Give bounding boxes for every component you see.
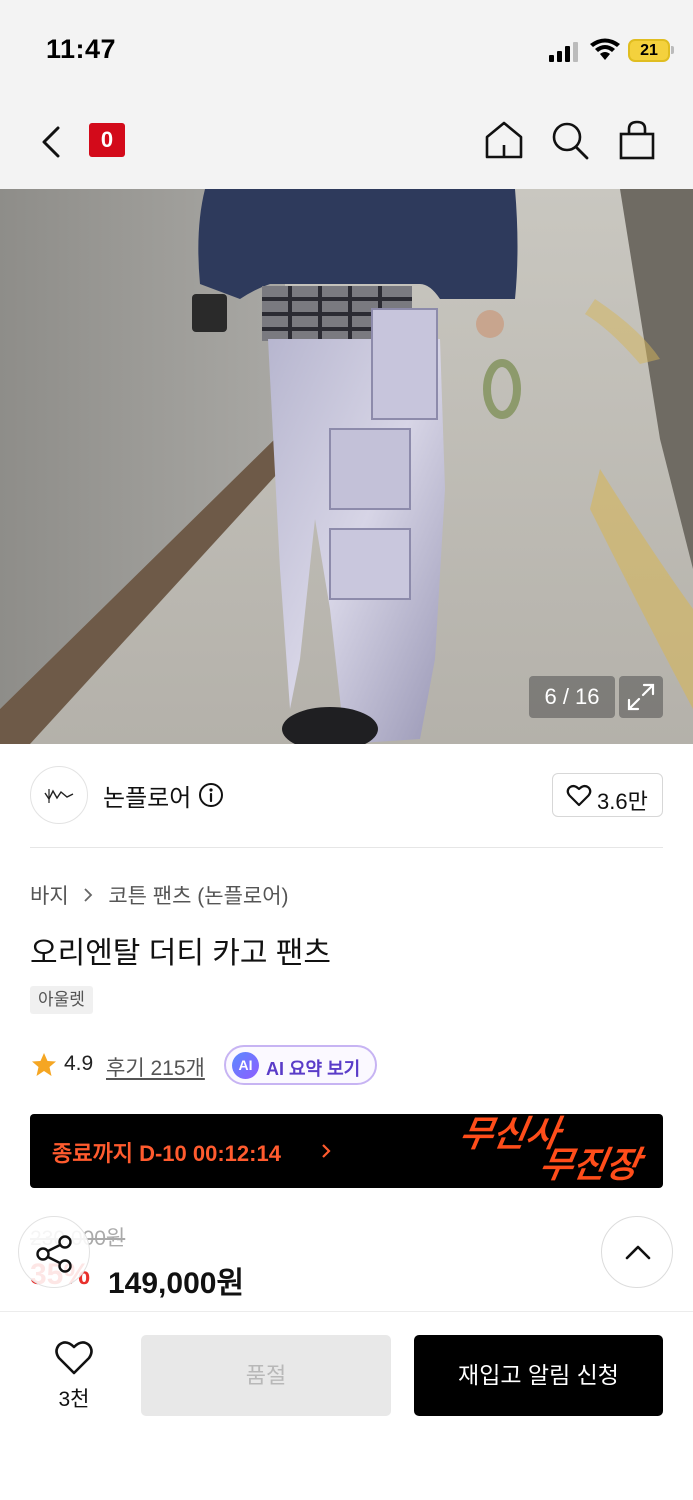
outlet-badge: 아울렛 <box>30 986 93 1014</box>
ai-badge-icon: AI <box>232 1052 259 1079</box>
shopping-bag-icon[interactable] <box>617 119 657 161</box>
price-section: 230,000원 35% 149,000원 <box>0 1210 693 1310</box>
brand-like-button[interactable]: 3.6만 <box>552 773 663 817</box>
final-price: 149,000원 <box>108 1267 245 1300</box>
heart-icon <box>566 784 592 807</box>
soldout-button: 품절 <box>141 1335 391 1416</box>
bottom-action-bar: 3천 품절 재입고 알림 신청 <box>0 1311 693 1500</box>
brand-name[interactable]: 논플로어 <box>103 778 191 813</box>
status-bar: 11:47 21 <box>0 0 693 95</box>
like-count: 3천 <box>58 1388 90 1411</box>
breadcrumb-category[interactable]: 바지 <box>30 885 69 908</box>
brand-like-count: 3.6만 <box>597 789 648 814</box>
brand-row[interactable]: 논플로어 3.6만 <box>0 744 693 848</box>
chevron-right-icon <box>84 888 93 902</box>
scroll-top-button[interactable] <box>601 1216 673 1288</box>
chevron-up-icon <box>625 1245 651 1260</box>
product-image[interactable] <box>0 189 693 744</box>
store-logo[interactable]: 0 <box>89 123 125 157</box>
event-timer-banner[interactable]: 종료까지 D-10 00:12:14 무신사 무진장 <box>30 1114 663 1188</box>
product-title: 오리엔탈 더티 카고 팬츠 <box>30 937 332 970</box>
status-time: 11:47 <box>46 34 117 64</box>
restock-alert-button[interactable]: 재입고 알림 신청 <box>414 1335 663 1416</box>
share-icon <box>36 1235 72 1273</box>
battery-indicator: 21 <box>628 39 670 62</box>
star-icon <box>32 1053 56 1076</box>
cellular-signal-icon <box>549 42 578 62</box>
review-link[interactable]: 후기 215개 <box>106 1052 205 1082</box>
heart-icon <box>55 1341 93 1375</box>
product-photo <box>0 189 693 744</box>
back-icon[interactable] <box>34 122 70 162</box>
like-button[interactable]: 3천 <box>40 1338 108 1414</box>
rating-value: 4.9 <box>64 1052 94 1075</box>
rating-row: 4.9 후기 215개 AI AI 요약 보기 <box>30 1045 670 1085</box>
info-icon[interactable] <box>198 782 224 808</box>
home-icon[interactable] <box>484 119 524 161</box>
chevron-right-icon <box>322 1144 331 1158</box>
breadcrumb: 바지 코튼 팬츠 (논플로어) <box>30 880 289 910</box>
share-button[interactable] <box>18 1216 90 1288</box>
breadcrumb-subcategory[interactable]: 코튼 팬츠 (논플로어) <box>108 885 288 908</box>
divider <box>30 847 663 848</box>
ai-summary-button[interactable]: AI AI 요약 보기 <box>224 1045 377 1085</box>
ai-summary-label: AI 요약 보기 <box>266 1059 361 1079</box>
top-navigation: 0 <box>0 95 693 189</box>
event-timer: 종료까지 D-10 00:12:14 <box>52 1141 281 1166</box>
expand-icon[interactable] <box>619 676 663 718</box>
wifi-icon <box>590 38 620 60</box>
image-counter: 6 / 16 <box>529 676 615 718</box>
brand-logo-mark <box>44 789 74 803</box>
battery-tip <box>671 46 674 54</box>
search-icon[interactable] <box>550 119 590 161</box>
brand-avatar[interactable] <box>30 766 88 824</box>
event-logo-line2: 무진장 <box>536 1144 644 1186</box>
